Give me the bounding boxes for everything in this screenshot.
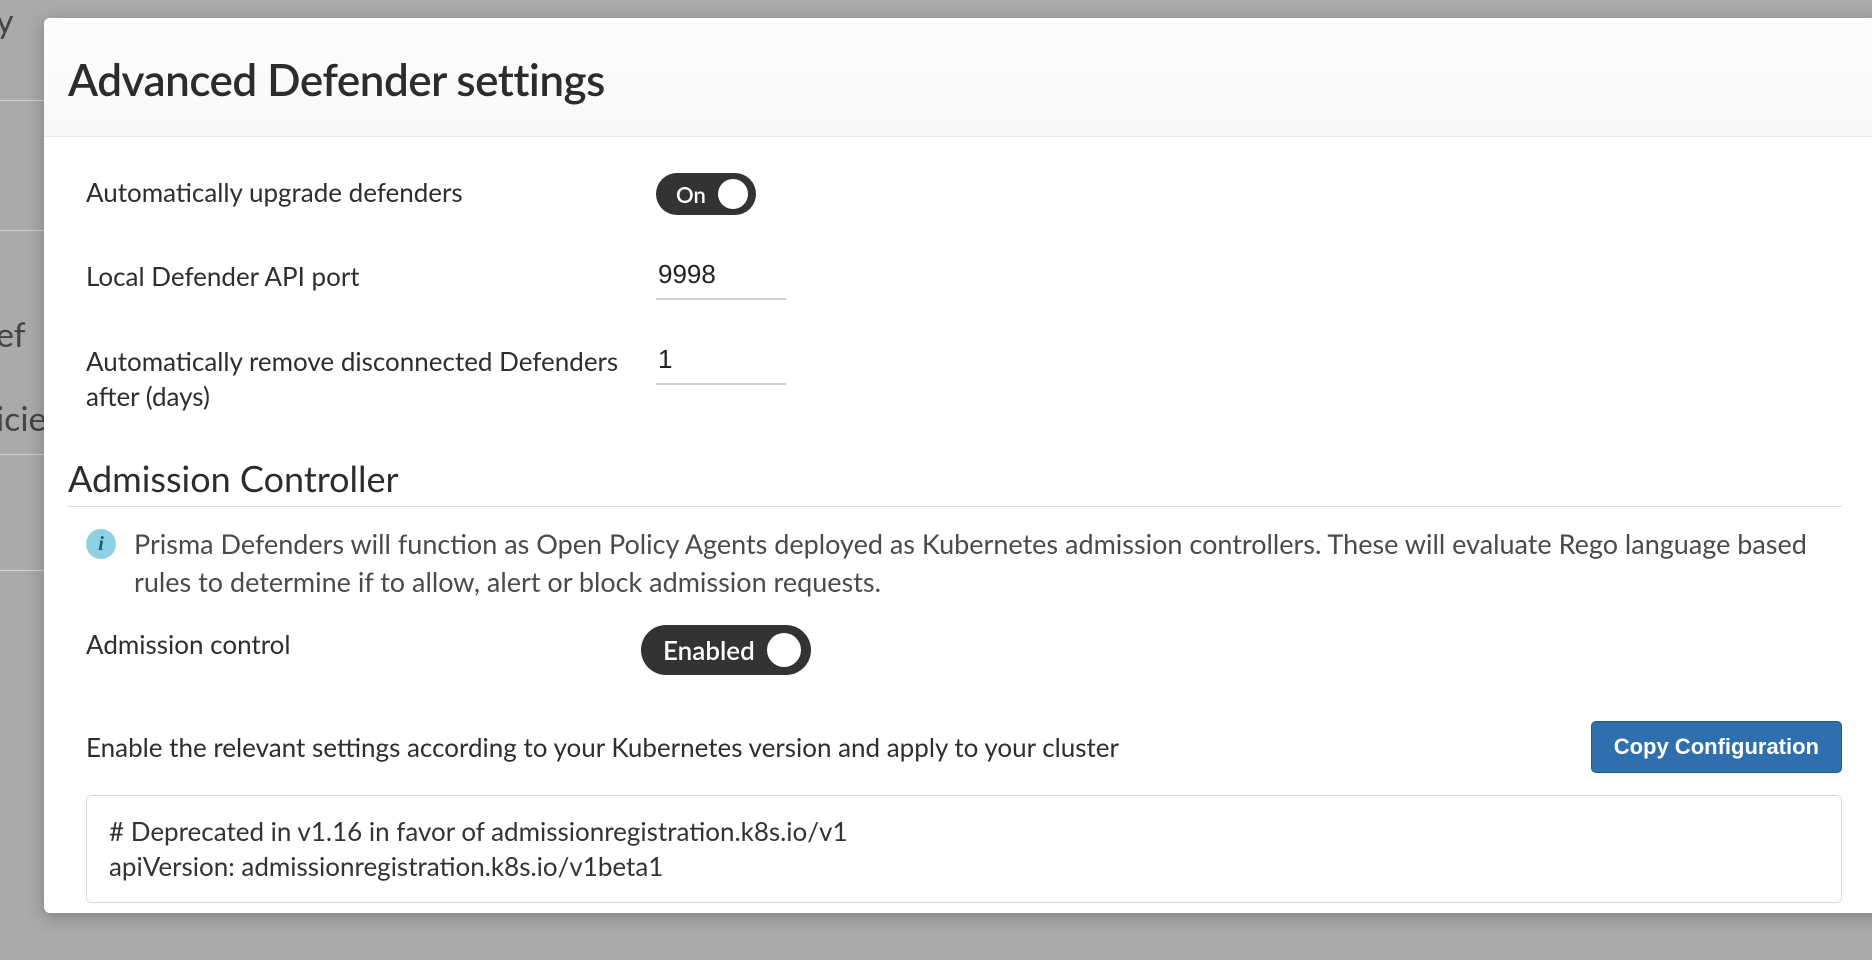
admission-control-toggle[interactable]: Enabled: [641, 625, 811, 675]
remove-days-label: Automatically remove disconnected Defend…: [86, 342, 656, 414]
bg-fragment: icie: [0, 398, 47, 439]
admission-section-title: Admission Controller: [68, 456, 1842, 507]
apply-instructions-row: Enable the relevant settings according t…: [86, 721, 1842, 773]
api-port-row: Local Defender API port: [86, 257, 1842, 300]
api-port-input[interactable]: [656, 257, 786, 300]
toggle-knob: [767, 633, 801, 667]
bg-fragment: ef: [0, 314, 26, 355]
remove-days-row: Automatically remove disconnected Defend…: [86, 342, 1842, 414]
modal-title: Advanced Defender settings: [68, 54, 1860, 106]
admission-control-label: Admission control: [86, 625, 641, 662]
toggle-knob: [718, 179, 748, 209]
modal-header: Advanced Defender settings: [44, 18, 1872, 137]
config-code-box[interactable]: # Deprecated in v1.16 in favor of admiss…: [86, 795, 1842, 903]
remove-days-input[interactable]: [656, 342, 786, 385]
toggle-on-label: On: [676, 181, 706, 208]
bg-fragment: y: [0, 0, 14, 41]
admission-info-text: Prisma Defenders will function as Open P…: [134, 525, 1842, 601]
info-icon: i: [86, 529, 116, 559]
settings-modal: Advanced Defender settings Automatically…: [44, 18, 1872, 913]
toggle-enabled-label: Enabled: [663, 634, 755, 666]
api-port-label: Local Defender API port: [86, 257, 656, 294]
apply-instructions-text: Enable the relevant settings according t…: [86, 731, 1119, 763]
auto-upgrade-toggle[interactable]: On: [656, 173, 756, 215]
auto-upgrade-row: Automatically upgrade defenders On: [86, 173, 1842, 215]
auto-upgrade-label: Automatically upgrade defenders: [86, 173, 656, 210]
copy-configuration-button[interactable]: Copy Configuration: [1591, 721, 1842, 773]
admission-control-row: Admission control Enabled: [86, 625, 1842, 675]
admission-info-row: i Prisma Defenders will function as Open…: [86, 525, 1842, 601]
